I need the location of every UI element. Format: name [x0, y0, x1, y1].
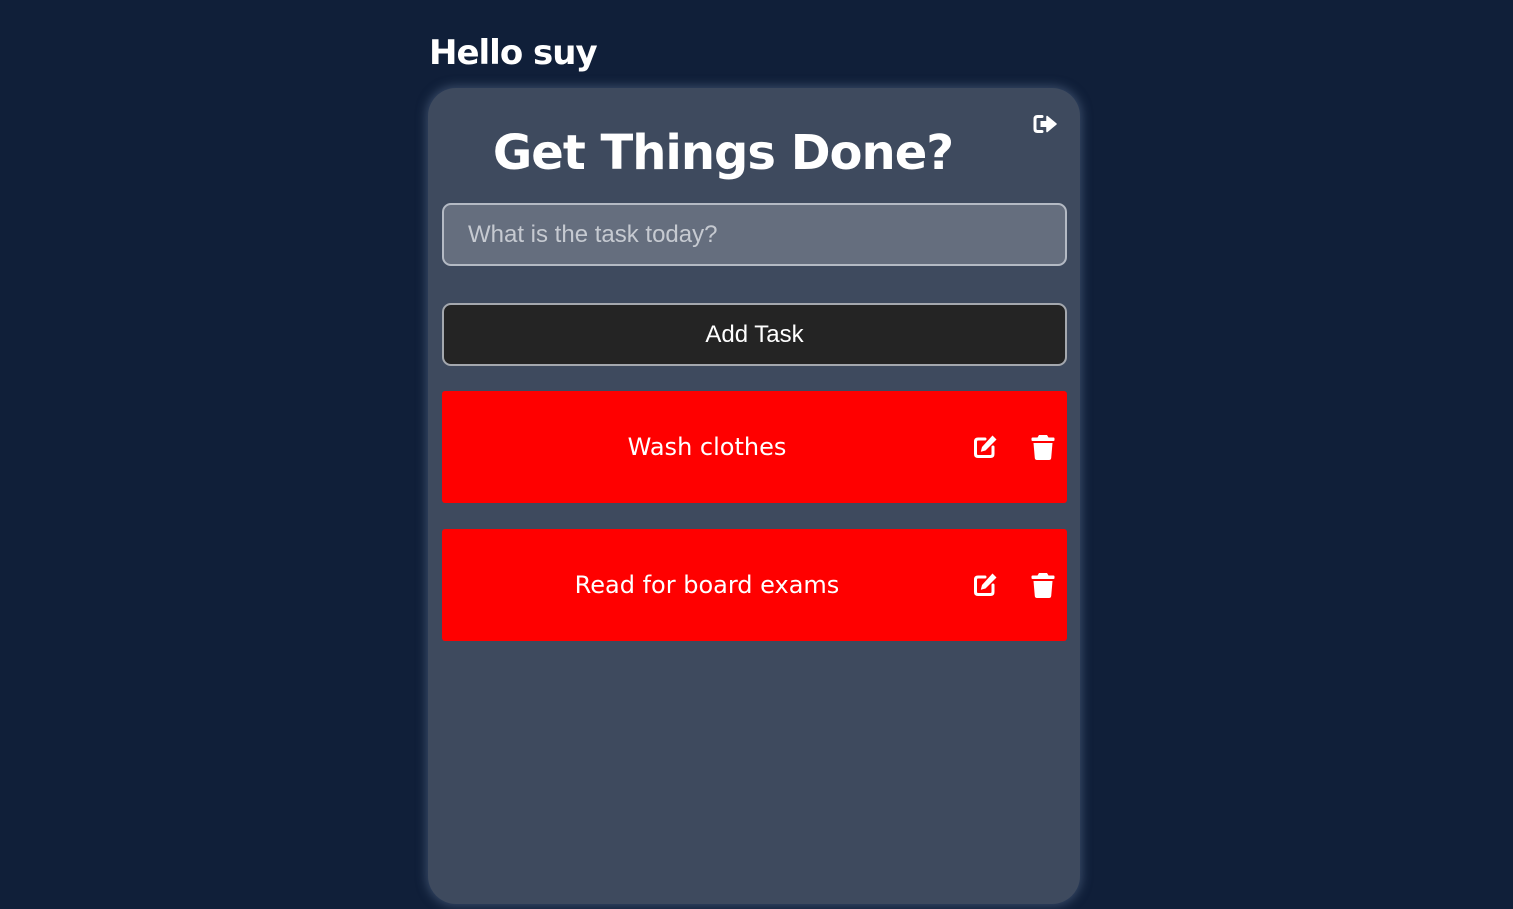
trash-icon	[1031, 573, 1055, 598]
task-list: Wash clothes Read for board exams	[442, 391, 1067, 667]
delete-task-button[interactable]	[1028, 432, 1058, 462]
task-item: Read for board exams	[442, 529, 1067, 641]
logout-button[interactable]	[1030, 110, 1060, 138]
edit-icon	[974, 435, 997, 458]
delete-task-button[interactable]	[1028, 570, 1058, 600]
task-input[interactable]	[442, 203, 1067, 266]
todo-card: Get Things Done? Add Task Wash clothes R…	[428, 88, 1080, 904]
trash-icon	[1031, 435, 1055, 460]
task-text: Wash clothes	[627, 433, 787, 461]
task-item: Wash clothes	[442, 391, 1067, 503]
greeting-heading: Hello suy	[429, 33, 598, 73]
logout-icon	[1033, 115, 1057, 133]
app-title: Get Things Done?	[492, 125, 954, 181]
add-task-button[interactable]: Add Task	[442, 303, 1067, 366]
task-text: Read for board exams	[574, 571, 840, 599]
edit-task-button[interactable]	[970, 570, 1000, 600]
edit-task-button[interactable]	[970, 432, 1000, 462]
edit-icon	[974, 573, 997, 596]
